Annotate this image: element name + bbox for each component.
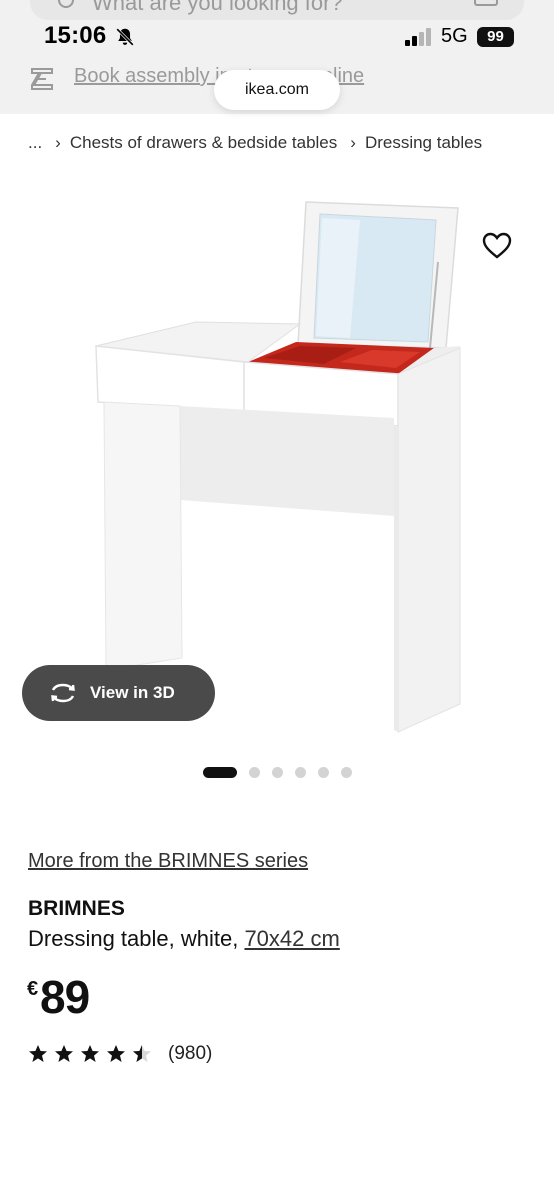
carousel-dot[interactable]: [249, 767, 260, 778]
battery-indicator: 99: [477, 27, 514, 47]
product-description-text: Dressing table, white,: [28, 926, 245, 951]
carousel-dot[interactable]: [318, 767, 329, 778]
carousel-dot[interactable]: [295, 767, 306, 778]
breadcrumb-item-dressing-tables[interactable]: Dressing tables: [365, 133, 482, 153]
breadcrumb-item-chests[interactable]: Chests of drawers & bedside tables: [70, 133, 337, 153]
product-size-link[interactable]: 70x42 cm: [244, 926, 339, 951]
assembly-tool-icon: [31, 68, 53, 90]
rating[interactable]: (980): [28, 1043, 212, 1065]
product-image[interactable]: [0, 170, 554, 750]
star-full-icon: [55, 1045, 73, 1062]
bell-muted-icon: [116, 28, 134, 46]
breadcrumb: ... › Chests of drawers & bedside tables…: [28, 133, 482, 153]
star-full-icon: [29, 1045, 47, 1062]
product-name: BRIMNES: [28, 897, 125, 920]
camera-search-icon[interactable]: [474, 0, 498, 6]
star-full-icon: [107, 1045, 125, 1062]
carousel-dot-active[interactable]: [203, 767, 237, 778]
network-type: 5G: [441, 25, 468, 47]
breadcrumb-ellipsis[interactable]: ...: [28, 133, 42, 153]
view-in-3d-button[interactable]: View in 3D: [22, 665, 215, 721]
signal-icon: [405, 28, 431, 46]
view-in-3d-label: View in 3D: [90, 683, 175, 702]
star-half-icon: [133, 1045, 151, 1062]
heart-icon[interactable]: [482, 232, 512, 260]
chevron-right-icon: ›: [55, 133, 61, 152]
search-placeholder[interactable]: What are you looking for?: [92, 0, 343, 16]
status-time: 15:06: [44, 22, 107, 49]
price-value: 89: [40, 971, 90, 1023]
rotate-3d-icon: [51, 683, 75, 703]
top-bar: What are you looking for? 15:06 5G 99 Bo…: [0, 0, 554, 114]
price-currency: €: [27, 978, 39, 1000]
carousel-dot[interactable]: [272, 767, 283, 778]
browser-address-pill[interactable]: ikea.com: [214, 70, 340, 110]
series-link[interactable]: More from the BRIMNES series: [28, 850, 308, 873]
product-description: Dressing table, white, 70x42 cm: [28, 926, 340, 952]
chevron-right-icon: ›: [350, 133, 356, 152]
carousel-dot[interactable]: [341, 767, 352, 778]
star-full-icon: [81, 1045, 99, 1062]
carousel-dots: [203, 767, 364, 778]
review-count: (980): [168, 1043, 213, 1064]
